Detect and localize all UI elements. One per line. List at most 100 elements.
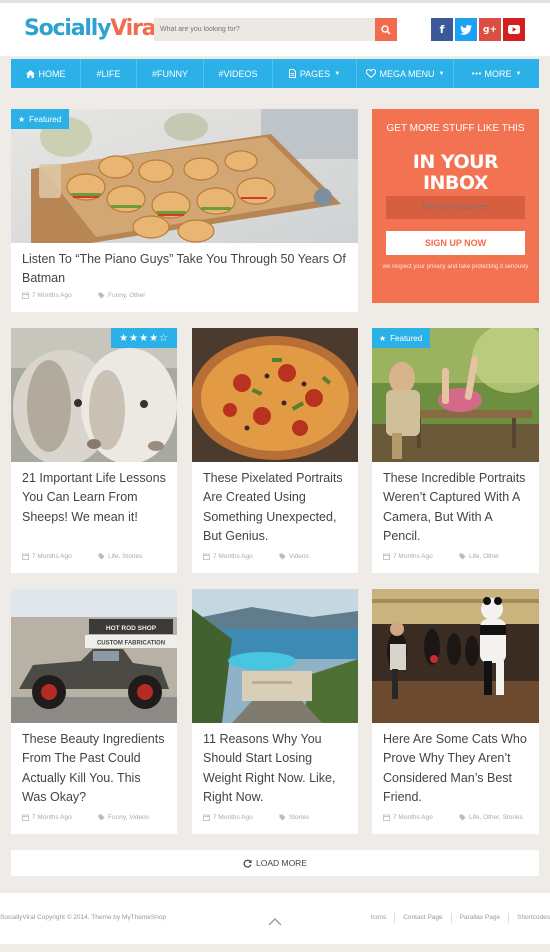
nav-videos[interactable]: #VIDEOS [204,59,273,88]
footer-link-contact[interactable]: Contact Page [394,913,450,923]
document-icon [288,69,296,78]
tag-icon [279,553,286,560]
post-meta: 7 Months Ago Funny, Other [22,292,145,299]
post-card[interactable]: Here Are Some Cats Who Prove Why They Ar… [372,589,539,834]
youtube-play-icon [508,25,520,34]
shop-sign-text: HOT ROD SHOP [106,625,157,632]
twitter-bird-icon [460,24,472,35]
newsletter-email-input[interactable] [386,196,525,219]
post-title[interactable]: These Incredible Portraits Weren’t Captu… [383,469,533,546]
newsletter-widget: GET MORE STUFF LIKE THIS IN YOUR INBOX S… [372,109,539,303]
tag-icon [98,292,105,299]
post-title[interactable]: Listen To “The Piano Guys” Take You Thro… [22,250,347,289]
newsletter-heading: GET MORE STUFF LIKE THIS [386,123,525,134]
post-image-pizza[interactable] [192,328,358,462]
nav-home[interactable]: HOME [11,59,81,88]
home-icon [25,69,35,78]
post-tags[interactable]: Videos [289,553,309,560]
post-meta: 7 Months Ago Videos [203,553,309,560]
dots-icon [471,72,481,75]
post-card[interactable]: These Pixelated Portraits Are Created Us… [192,328,358,573]
twitter-icon[interactable] [455,18,477,41]
tag-icon [459,553,466,560]
post-tags[interactable]: Funny, Other [108,292,145,299]
post-meta: 7 Months Ago Life, Stories [22,553,142,560]
main-nav: HOME #LIFE #FUNNY #VIDEOS PAGES ▼ MEGA M… [11,59,539,88]
search-icon [381,24,391,35]
site-header: SociallyViral f g+ [0,3,550,56]
search-input[interactable] [154,18,375,41]
shop-sign-subtext: CUSTOM FABRICATION [97,641,165,647]
tag-icon [98,814,105,821]
star-icon: ★ [379,333,387,343]
post-card[interactable]: 11 Reasons Why You Should Start Losing W… [192,589,358,834]
post-title[interactable]: 21 Important Life Lessons You Can Learn … [22,469,168,527]
search-box [154,18,397,41]
google-plus-icon[interactable]: g+ [479,18,501,41]
calendar-icon [203,814,210,821]
post-tags[interactable]: Funny, Videos [108,814,149,821]
post-meta: 7 Months Ago Life, Other, Stories [383,814,523,821]
footer-link-shortcodes[interactable]: Shortcodes [508,913,550,923]
post-title[interactable]: Here Are Some Cats Who Prove Why They Ar… [383,730,533,807]
rating-stars: ★★★★☆ [111,328,177,348]
tag-icon [459,814,466,821]
post-meta: 7 Months Ago Funny, Videos [22,814,149,821]
post-title[interactable]: These Beauty Ingredients From The Past C… [22,730,168,807]
refresh-icon [243,859,252,868]
calendar-icon [383,814,390,821]
sign-up-button[interactable]: SIGN UP NOW [386,231,525,255]
calendar-icon [203,553,210,560]
chevron-down-icon: ▼ [334,70,341,77]
site-logo[interactable]: SociallyViral [24,16,163,41]
nav-more[interactable]: MORE ▼ [454,59,539,88]
heart-icon [365,69,376,78]
post-tags[interactable]: Life, Stories [108,553,142,560]
post-image-resort[interactable] [192,589,358,723]
youtube-icon[interactable] [503,18,525,41]
chevron-down-icon: ▼ [515,70,522,77]
featured-post-image[interactable] [11,109,358,243]
load-more-button[interactable]: LOAD MORE [11,850,539,876]
post-meta: 7 Months Ago Stories [203,814,309,821]
nav-life[interactable]: #LIFE [81,59,137,88]
featured-badge: ★ Featured [11,109,70,129]
post-title[interactable]: 11 Reasons Why You Should Start Losing W… [203,730,349,807]
featured-post-card[interactable]: ★ Featured Listen To “The Piano Guys” Ta… [11,109,358,312]
chevron-up-icon [268,918,282,926]
search-button[interactable] [375,18,397,41]
post-tags[interactable]: Stories [289,814,309,821]
tag-icon [98,553,105,560]
back-to-top-button[interactable] [268,913,282,931]
footer-link-parallax[interactable]: Parallax Page [450,913,508,923]
site-footer: SociallyViral Copyright © 2014. Theme by… [0,893,550,944]
post-image-bench-couple[interactable] [372,328,539,462]
post-card[interactable]: HOT ROD SHOP CUSTOM FABRICATION These Be… [11,589,177,834]
footer-link-icons[interactable]: Icons [363,913,395,923]
calendar-icon [22,553,29,560]
post-tags[interactable]: Life, Other [469,553,499,560]
footer-links: Icons Contact Page Parallax Page Shortco… [363,913,550,923]
featured-badge: ★ Featured [372,328,431,348]
calendar-icon [22,292,29,299]
nav-funny[interactable]: #FUNNY [137,59,204,88]
post-card[interactable]: ★ Featured These Incredible Portraits We… [372,328,539,573]
post-image-sheep[interactable] [11,328,177,462]
privacy-note: we respect your privacy and take protect… [382,264,529,270]
post-title[interactable]: These Pixelated Portraits Are Created Us… [203,469,349,546]
post-tags[interactable]: Life, Other, Stories [469,814,523,821]
post-image-panda-dance[interactable] [372,589,539,723]
calendar-icon [22,814,29,821]
star-icon: ★ [18,114,26,124]
chevron-down-icon: ▼ [438,70,445,77]
post-image-hot-rod[interactable]: HOT ROD SHOP CUSTOM FABRICATION [11,589,177,723]
calendar-icon [383,553,390,560]
facebook-icon[interactable]: f [431,18,453,41]
nav-pages[interactable]: PAGES ▼ [273,59,357,88]
post-meta: 7 Months Ago Life, Other [383,553,499,560]
tag-icon [279,814,286,821]
copyright-text: SociallyViral Copyright © 2014. Theme by… [0,914,167,921]
nav-mega-menu[interactable]: MEGA MENU ▼ [357,59,454,88]
newsletter-subheading: IN YOUR INBOX [412,151,499,194]
post-card[interactable]: ★★★★☆ 21 Important Life Lessons You Can … [11,328,177,573]
